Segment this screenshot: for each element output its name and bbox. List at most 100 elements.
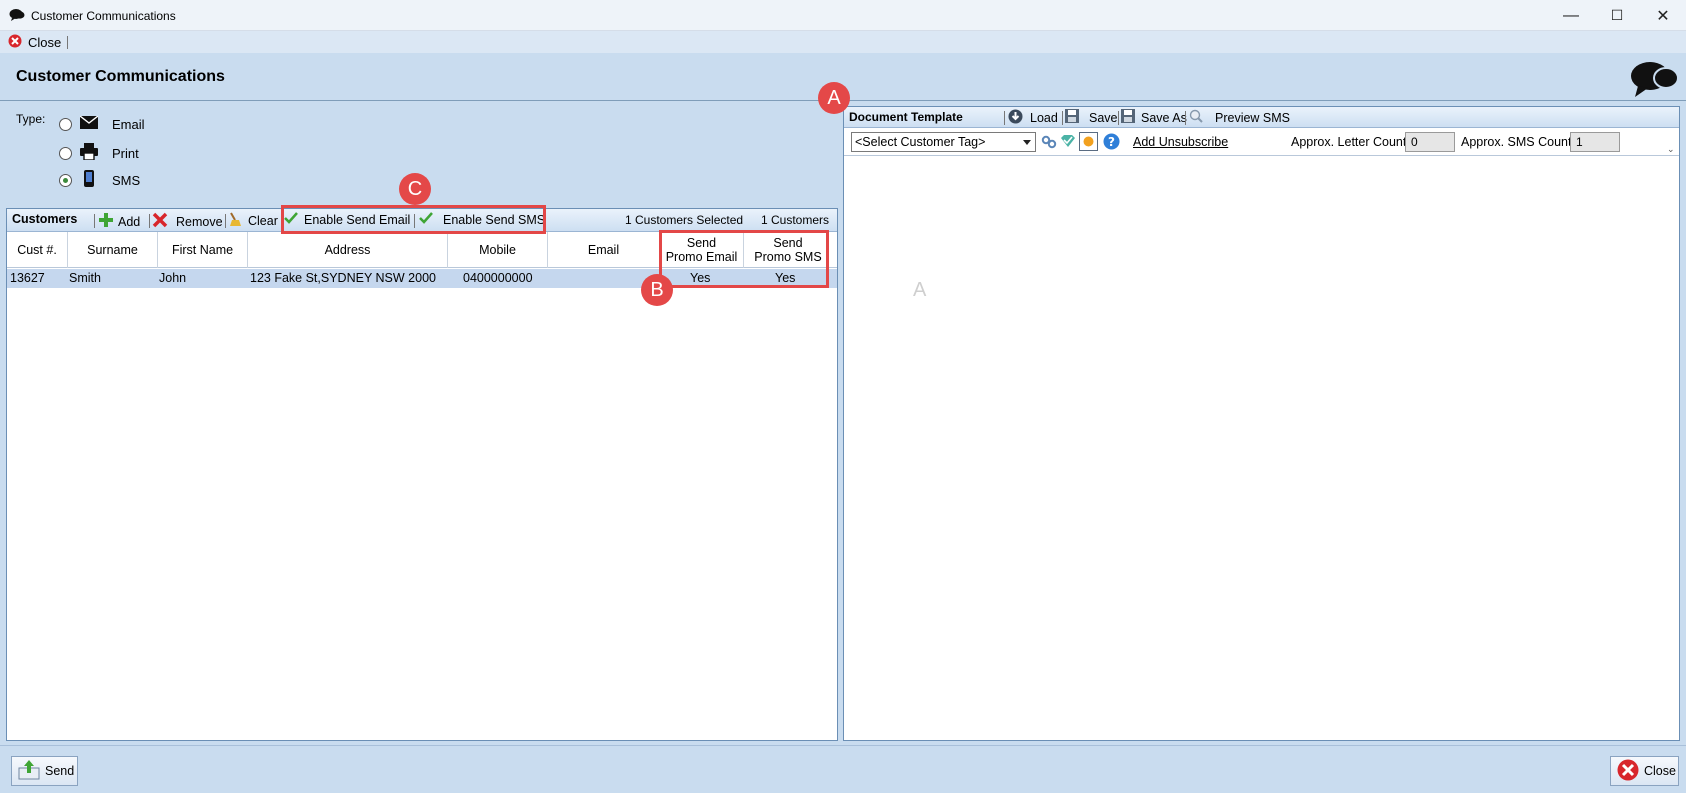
cell-first-name: John: [159, 271, 187, 285]
column-header-mobile[interactable]: Mobile: [448, 232, 548, 268]
add-customer-button[interactable]: Add: [98, 212, 140, 231]
top-toolbar: Close: [0, 31, 1686, 53]
cell-cust-no: 13627: [10, 271, 45, 285]
customer-tag-select[interactable]: <Select Customer Tag>: [851, 132, 1036, 152]
top-close-button[interactable]: Close: [8, 34, 61, 51]
annotation-box-b: [659, 230, 829, 288]
sms-radio[interactable]: [59, 173, 72, 187]
save-template-button[interactable]: Save: [1065, 109, 1118, 126]
annotation-badge-c: C: [399, 173, 431, 205]
type-email-option[interactable]: Email: [59, 115, 145, 132]
customers-total-count: 1 Customers: [761, 213, 830, 227]
window-title-bar: Customer Communications — ☐ ✕: [0, 0, 1686, 31]
plus-icon: [98, 212, 114, 231]
toolbar-separator: [94, 214, 95, 228]
column-header-address[interactable]: Address: [248, 232, 448, 268]
customer-tag-select-value: <Select Customer Tag>: [855, 135, 986, 149]
envelope-icon: [79, 115, 99, 132]
load-label: Load: [1030, 111, 1058, 125]
add-unsubscribe-link[interactable]: Add Unsubscribe: [1133, 135, 1228, 149]
cell-surname: Smith: [69, 271, 101, 285]
email-option-label: Email: [112, 116, 145, 132]
footer-bar: Send Close: [0, 745, 1686, 793]
type-label: Type:: [16, 112, 46, 126]
load-template-button[interactable]: Load: [1008, 109, 1058, 127]
save-label: Save: [1089, 110, 1118, 125]
svg-text:?: ?: [1108, 135, 1115, 149]
print-option-label: Print: [112, 145, 139, 161]
close-circle-icon: [1617, 759, 1639, 784]
save-as-template-button[interactable]: Save As: [1121, 109, 1187, 126]
download-circle-icon: [1008, 109, 1023, 127]
clear-customers-button[interactable]: Clear: [228, 212, 278, 230]
customers-selected-count: 1 Customers Selected: [625, 213, 744, 227]
help-question-icon[interactable]: ?: [1103, 133, 1120, 153]
sms-option-label: SMS: [112, 172, 141, 188]
send-up-arrow-icon: [18, 759, 40, 783]
cell-address: 123 Fake St,SYDNEY NSW 2000: [250, 271, 436, 285]
overflow-chevron-icon[interactable]: ⌄: [1667, 144, 1675, 155]
column-header-first-name[interactable]: First Name: [158, 232, 248, 268]
annotation-box-c: [281, 205, 546, 234]
send-button[interactable]: Send: [11, 756, 78, 786]
toolbar-separator: [1004, 111, 1005, 125]
footer-close-label: Close: [1644, 764, 1676, 778]
cell-mobile: 0400000000: [463, 271, 533, 285]
toolbar-separator: [1185, 111, 1186, 125]
letter-count-field: 0: [1405, 132, 1455, 152]
letter-count-label: Approx. Letter Count: [1291, 135, 1407, 149]
save-as-label: Save As: [1141, 110, 1187, 125]
customers-title: Customers: [12, 212, 78, 226]
watermark-letter: A: [913, 279, 927, 301]
red-x-icon: [152, 212, 168, 231]
toolbar-separator: [149, 214, 150, 228]
document-template-toolbar: Document Template Load Save Save As Prev…: [844, 107, 1679, 128]
diamond-check-icon[interactable]: [1060, 134, 1076, 151]
smiley-emoji-icon[interactable]: [1079, 132, 1098, 154]
top-close-label: Close: [28, 35, 62, 50]
window-title: Customer Communications: [31, 9, 176, 23]
footer-close-button[interactable]: Close: [1610, 756, 1679, 786]
toolbar-separator: [1118, 111, 1119, 125]
sms-count-field: 1: [1570, 132, 1620, 152]
mobile-phone-icon: [80, 170, 98, 190]
email-radio[interactable]: [59, 117, 72, 131]
page-title: Customer Communications: [16, 68, 225, 85]
type-sms-option[interactable]: SMS: [59, 170, 140, 190]
print-radio[interactable]: [59, 146, 72, 160]
close-circle-icon: [8, 34, 22, 51]
minimize-button[interactable]: —: [1548, 0, 1594, 31]
toolbar-separator: [1062, 111, 1063, 125]
link-chain-icon[interactable]: [1041, 134, 1057, 153]
annotation-badge-b: B: [641, 274, 673, 306]
preview-sms-label: Preview SMS: [1215, 110, 1291, 125]
document-template-panel: Document Template Load Save Save As Prev…: [843, 106, 1680, 741]
broom-icon: [228, 212, 242, 230]
toolbar-separator: [225, 214, 226, 228]
magnifier-icon: [1189, 109, 1203, 126]
chat-bubbles-icon: [9, 8, 25, 25]
remove-customer-button[interactable]: Remove: [152, 212, 223, 231]
document-template-title: Document Template: [849, 110, 963, 124]
floppy-disk-icon: [1121, 109, 1135, 126]
toolbar-separator: [67, 36, 68, 49]
printer-icon: [80, 143, 98, 163]
window-close-button[interactable]: ✕: [1640, 0, 1686, 31]
template-editor-area[interactable]: [844, 157, 1679, 740]
add-label: Add: [118, 214, 141, 229]
annotation-badge-a: A: [818, 82, 850, 114]
chevron-down-icon: [1023, 140, 1031, 145]
chat-bubbles-logo-icon: [1630, 59, 1680, 102]
floppy-disk-icon: [1065, 109, 1079, 126]
template-tag-toolbar: <Select Customer Tag> ? Add Unsubscribe …: [844, 128, 1679, 156]
column-header-email[interactable]: Email: [548, 232, 660, 268]
maximize-button[interactable]: ☐: [1594, 0, 1640, 31]
column-header-surname[interactable]: Surname: [68, 232, 158, 268]
send-label: Send: [45, 764, 75, 778]
type-print-option[interactable]: Print: [59, 143, 139, 163]
column-header-cust-no[interactable]: Cust #.: [7, 232, 68, 268]
clear-label: Clear: [248, 214, 278, 228]
sms-count-label: Approx. SMS Count: [1461, 135, 1572, 149]
preview-sms-button[interactable]: Preview SMS: [1189, 109, 1290, 126]
remove-label: Remove: [176, 214, 223, 229]
